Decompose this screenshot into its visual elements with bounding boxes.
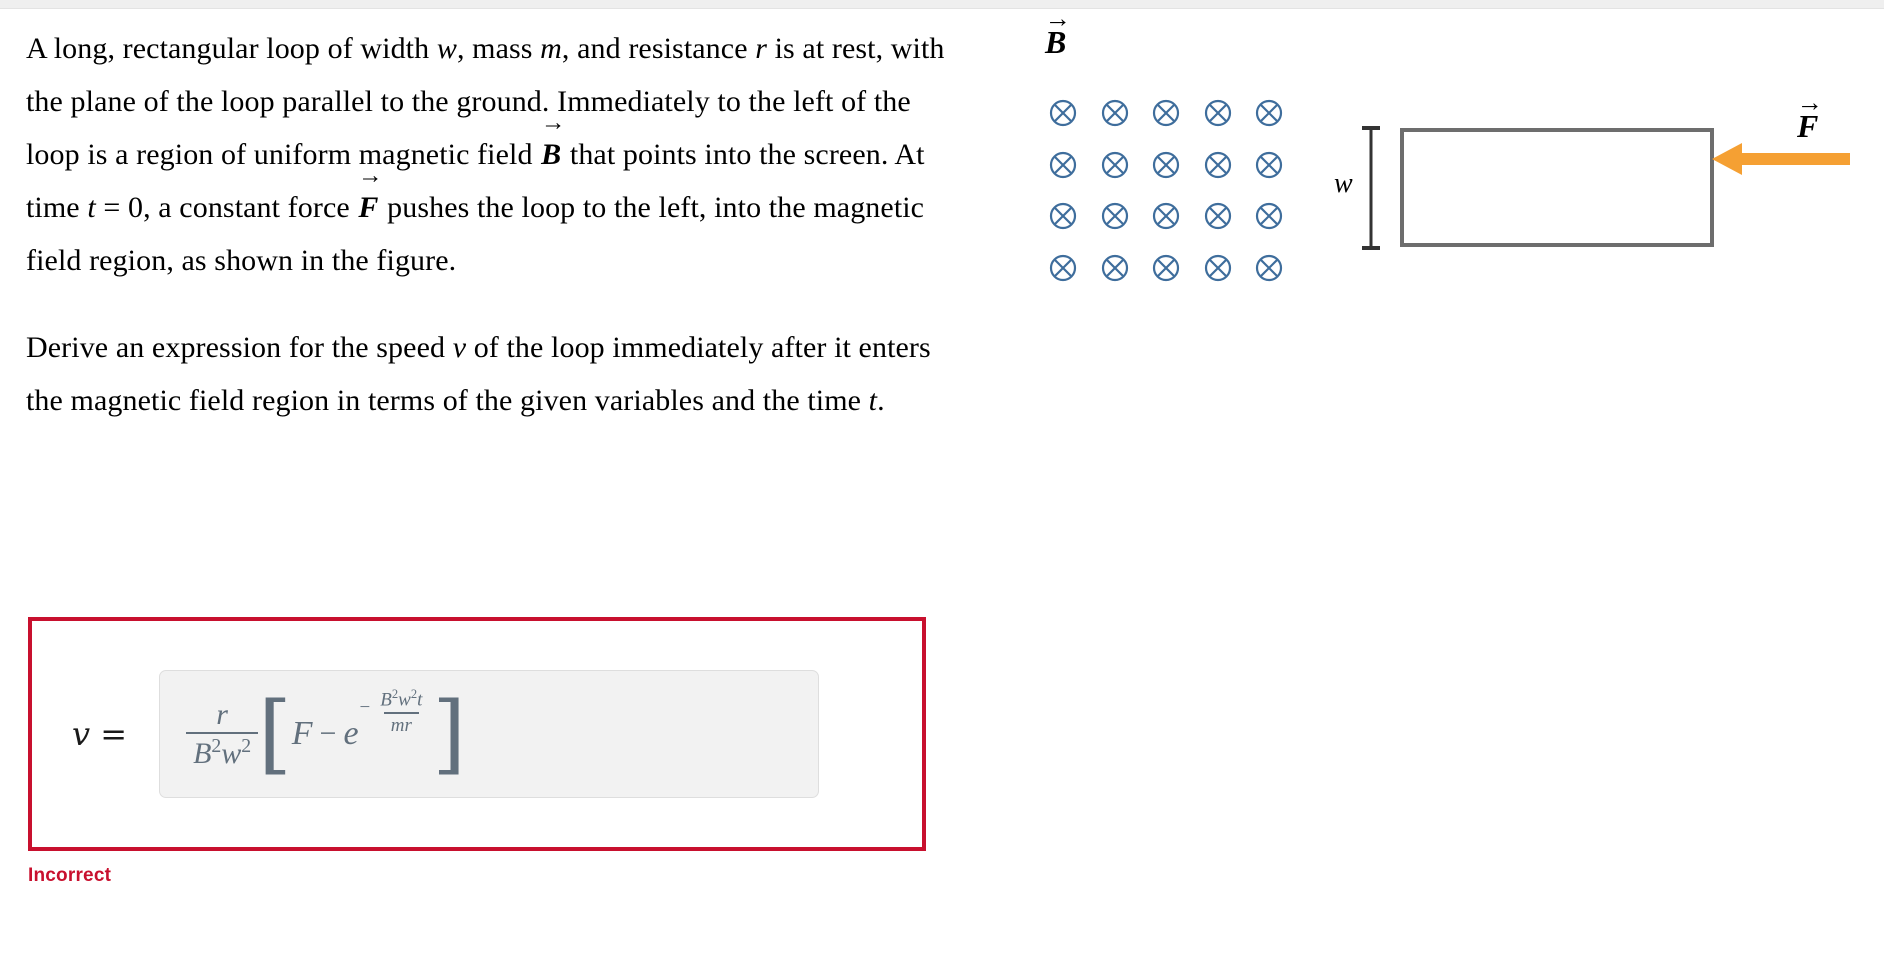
vector-b-symbol: → B	[1044, 5, 1071, 61]
vector-b-symbol: → B	[540, 110, 566, 181]
variable-t: t	[868, 384, 878, 417]
math-expression: r B2w2 [ F − e − B2w2t mr ]	[186, 683, 466, 784]
browser-top-strip	[0, 0, 1884, 9]
text-fragment: = 0, a constant force	[95, 191, 358, 224]
exponent-num-B: B	[380, 689, 392, 711]
rectangular-loop	[1400, 128, 1714, 247]
text-fragment: , and resistance	[561, 32, 756, 65]
exponent-group: − B2w2t mr	[359, 687, 430, 736]
denominator-B: B	[193, 737, 212, 770]
denominator-B-exponent: 2	[211, 735, 222, 757]
vector-f-letter: F	[358, 191, 379, 224]
answer-variable: v	[72, 715, 91, 753]
answer-variable-label: v =	[72, 715, 127, 753]
exponential-base-e: e	[343, 715, 359, 752]
exponent-fraction: B2w2t mr	[373, 687, 429, 736]
equals-sign: =	[100, 715, 128, 753]
exponent-num-t: t	[417, 689, 423, 711]
vector-arrow-icon: →	[1044, 3, 1071, 33]
figure-b-field-label: → B	[1044, 5, 1071, 61]
field-into-page-icon	[1255, 202, 1283, 230]
fraction-denominator: B2w2	[186, 732, 259, 770]
field-into-page-icon	[1204, 202, 1232, 230]
status-badge: Incorrect	[28, 865, 112, 886]
text-fragment: A long, rectangular loop of width	[26, 32, 437, 65]
vector-b-letter: B	[541, 138, 562, 171]
vector-f-symbol: → F	[357, 163, 383, 234]
field-into-page-icon	[1152, 254, 1180, 282]
figure-width-label: w	[1334, 168, 1353, 199]
field-into-page-icon	[1255, 151, 1283, 179]
problem-paragraph-2: Derive an expression for the speed v of …	[26, 321, 966, 427]
bracket-open: [	[258, 683, 292, 784]
field-into-page-icon	[1101, 202, 1129, 230]
variable-m: m	[540, 32, 562, 65]
answer-container: v = r B2w2 [ F − e − B2w2t mr]	[28, 617, 926, 851]
denominator-w: w	[221, 737, 242, 770]
field-into-page-icon	[1255, 99, 1283, 127]
figure-force-label: → F	[1796, 89, 1823, 145]
vector-arrow-icon: →	[1796, 87, 1823, 117]
minus-sign: −	[319, 717, 337, 750]
field-into-page-icon	[1204, 254, 1232, 282]
text-fragment: .	[877, 384, 885, 417]
force-arrow-icon	[1710, 136, 1850, 184]
prefactor-fraction: r B2w2	[186, 697, 259, 770]
exponent-denominator: mr	[383, 712, 419, 736]
variable-t: t	[87, 191, 96, 224]
field-into-page-icon	[1204, 99, 1232, 127]
field-into-page-icon	[1255, 254, 1283, 282]
field-into-page-icon	[1152, 151, 1180, 179]
problem-paragraph-1: A long, rectangular loop of width w, mas…	[26, 22, 966, 287]
math-answer-input[interactable]: r B2w2 [ F − e − B2w2t mr ]	[159, 670, 820, 798]
term-F: F	[291, 715, 313, 752]
variable-r: r	[755, 32, 767, 65]
bracket-close: ]	[432, 683, 466, 784]
field-into-page-icon	[1204, 151, 1232, 179]
variable-w: w	[436, 32, 457, 65]
vector-f-symbol: → F	[1796, 89, 1823, 145]
field-into-page-icon	[1049, 254, 1077, 282]
vector-arrow-icon: →	[358, 161, 383, 189]
field-into-page-icon	[1049, 99, 1077, 127]
problem-statement: A long, rectangular loop of width w, mas…	[26, 22, 966, 461]
exponent-numerator: B2w2t	[373, 687, 429, 712]
exponent-minus-sign: −	[359, 696, 371, 718]
field-into-page-icon	[1049, 151, 1077, 179]
text-fragment: Derive an expression for the speed	[26, 331, 453, 364]
field-into-page-icon	[1152, 99, 1180, 127]
text-fragment: , mass	[456, 32, 541, 65]
field-into-page-icon	[1152, 202, 1180, 230]
variable-v: v	[452, 331, 467, 364]
field-into-page-icon	[1101, 99, 1129, 127]
field-into-page-icon	[1049, 202, 1077, 230]
vector-arrow-icon: →	[540, 108, 566, 136]
field-into-page-icon	[1101, 151, 1129, 179]
field-into-page-icon	[1101, 254, 1129, 282]
exponent-num-w: w	[398, 689, 411, 711]
answer-row: v = r B2w2 [ F − e − B2w2t mr]	[32, 621, 922, 847]
fraction-numerator: r	[216, 697, 228, 731]
denominator-w-exponent: 2	[241, 735, 252, 757]
width-dimension-bracket	[1362, 126, 1380, 250]
